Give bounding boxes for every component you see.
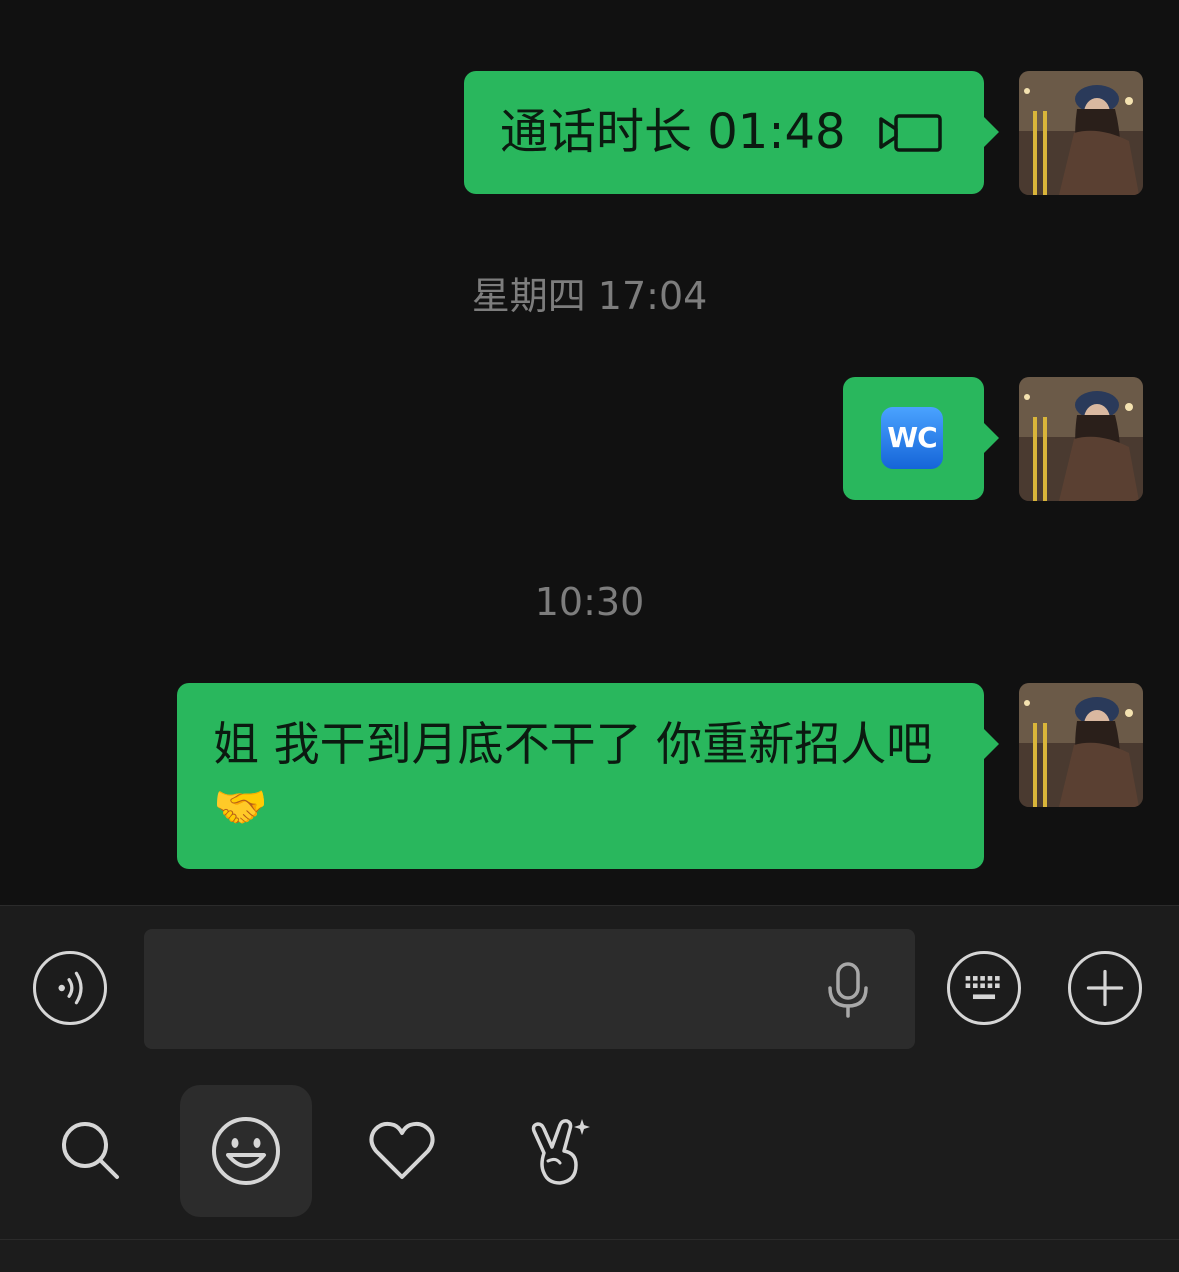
emoji-smiley-tab[interactable] [180,1085,312,1217]
plus-icon [1086,969,1124,1007]
handshake-emoji: 🤝 [213,782,268,833]
avatar[interactable] [1019,377,1143,501]
timestamp: 10:30 [534,580,645,624]
avatar[interactable] [1019,71,1143,195]
timestamp: 星期四 17:04 [471,274,708,318]
keyboard-icon [965,976,1000,1000]
wc-emoji: WC [881,407,943,469]
avatar-photo [1019,377,1143,501]
more-options-button[interactable] [1068,951,1142,1025]
victory-hand-icon [531,1119,590,1185]
wc-emoji-bubble[interactable]: WC [843,377,999,500]
avatar[interactable] [1019,683,1143,807]
avatar-photo [1019,71,1143,195]
message-text: 姐 我干到月底不干了 你重新招人吧 🤝 [213,713,953,839]
message-body: 姐 我干到月底不干了 你重新招人吧 [213,717,933,771]
message-input[interactable] [164,959,808,1021]
search-icon [62,1122,119,1179]
divider [0,1239,1179,1240]
video-call-icon [879,114,942,152]
heart-icon [369,1121,435,1179]
emoji-gestures-tab[interactable] [492,1085,624,1217]
chat-area[interactable]: 通话时长 01:48 星期四 17:04 WC 10:30 姐 我干到月底不干了… [0,0,1179,905]
call-duration-text: 通话时长 01:48 [500,104,846,160]
emoji-search-tab[interactable] [25,1085,157,1217]
voice-toggle-icon [58,971,83,1005]
input-panel [0,906,1179,1272]
keyboard-button[interactable] [947,951,1021,1025]
smiley-icon [212,1117,280,1185]
emoji-favorites-tab[interactable] [336,1085,468,1217]
avatar-photo [1019,683,1143,807]
call-duration-bubble[interactable]: 通话时长 01:48 [464,71,999,194]
microphone-icon[interactable] [824,962,872,1018]
message-input-box[interactable] [144,929,915,1049]
text-message-bubble[interactable]: 姐 我干到月底不干了 你重新招人吧 🤝 [177,683,999,869]
voice-toggle-button[interactable] [33,951,107,1025]
